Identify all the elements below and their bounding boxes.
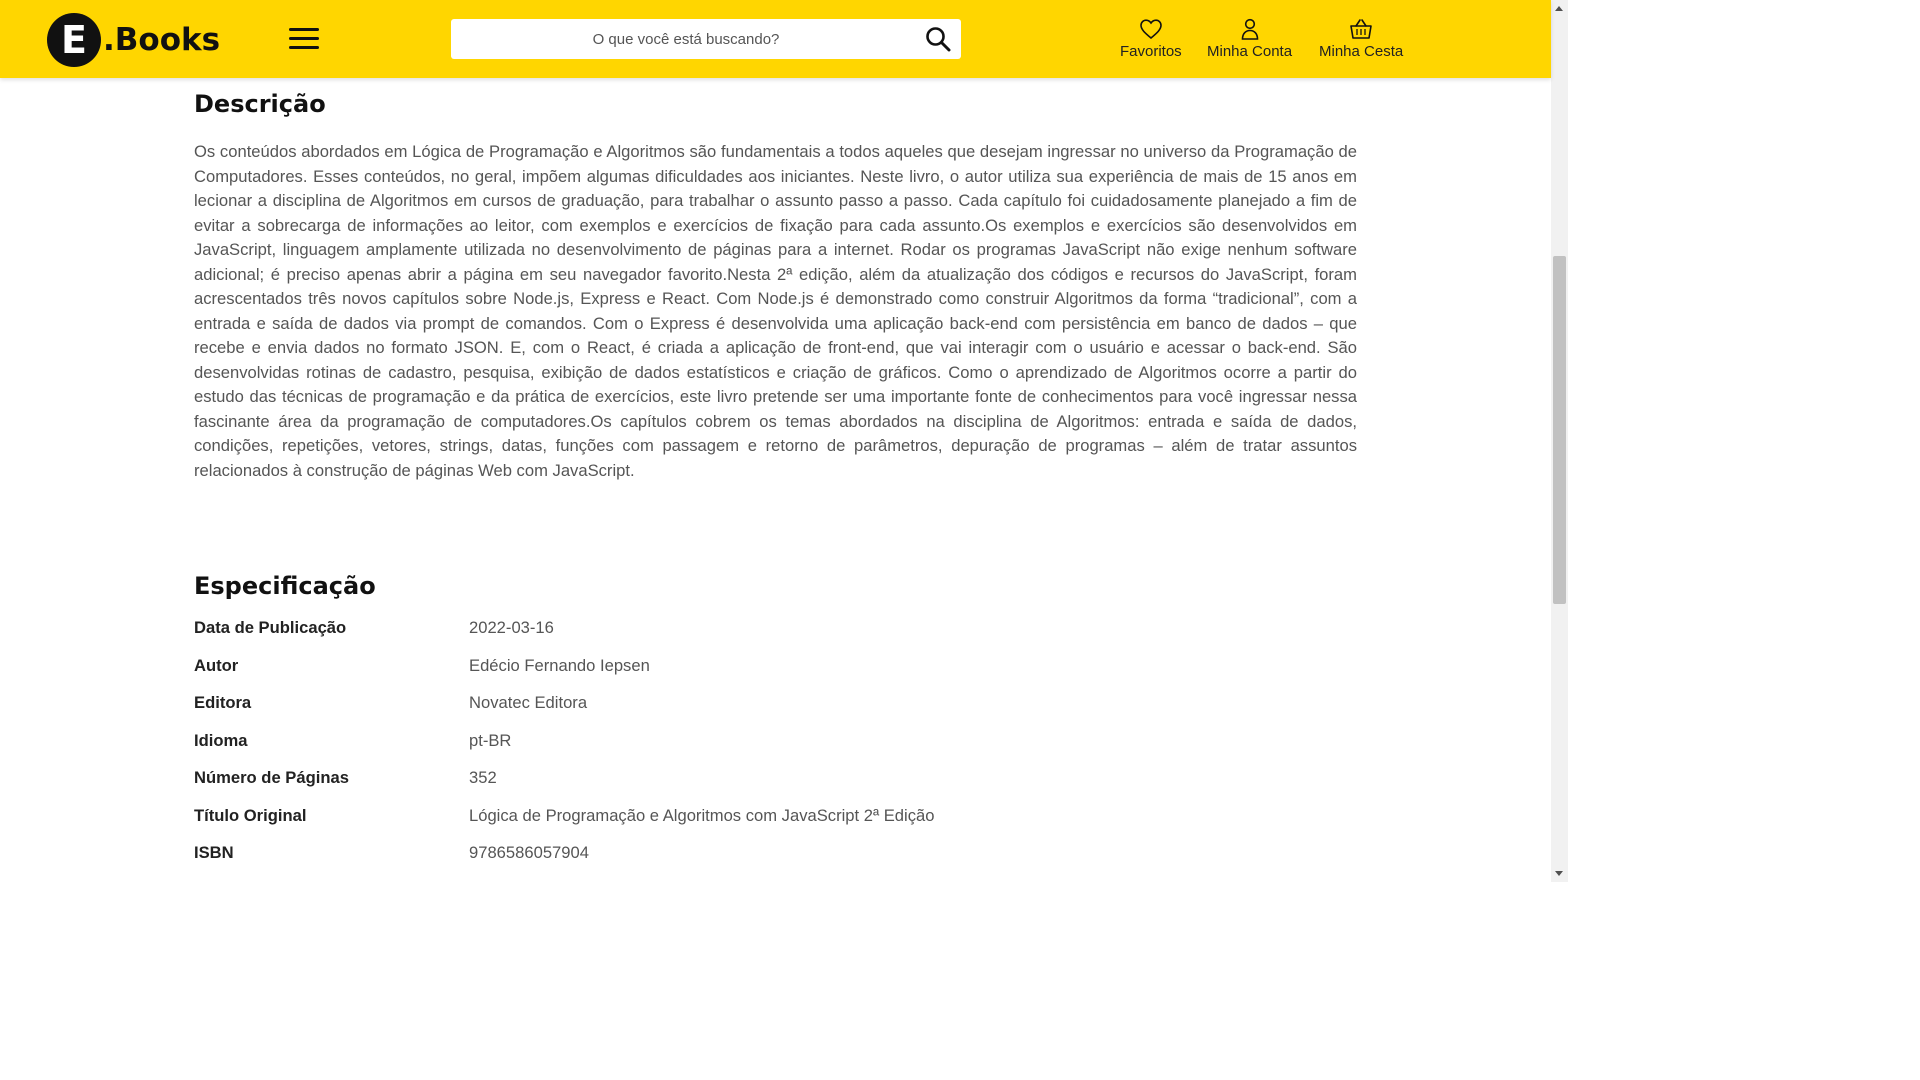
search-input[interactable] (451, 19, 921, 59)
spec-value: 2022-03-16 (469, 618, 554, 637)
page-scrollbar[interactable] (1551, 0, 1568, 882)
spec-value: 9786586057904 (469, 843, 589, 862)
spec-value: pt-BR (469, 730, 512, 750)
nav-favorites-label: Favoritos (1120, 43, 1182, 60)
hamburger-menu-icon[interactable] (289, 28, 319, 50)
nav-basket-label: Minha Cesta (1319, 43, 1404, 60)
specification-title: Especificação (194, 572, 376, 600)
scroll-up-arrow-icon[interactable] (1555, 6, 1563, 11)
user-icon (1241, 18, 1258, 40)
description-text: Os conteúdos abordados em Lógica de Prog… (194, 142, 1357, 480)
basket-icon (1350, 19, 1372, 39)
search-icon[interactable] (925, 26, 951, 52)
search-bar (451, 19, 961, 59)
spec-value: Lógica de Programação e Algoritmos com J… (469, 805, 935, 825)
logo-badge: E (47, 13, 101, 67)
spec-label: Editora (194, 693, 252, 712)
site-header: E .Books Favoritos Minha Conta (0, 0, 1551, 78)
spec-label: Título Original (194, 805, 307, 825)
spec-label: Número de Páginas (194, 768, 349, 787)
nav-account-label: Minha Conta (1207, 43, 1293, 60)
spec-label: ISBN (194, 843, 234, 862)
spec-label: Data de Publicação (194, 618, 347, 637)
spec-value: Novatec Editora (469, 693, 588, 712)
scrollbar-thumb[interactable] (1553, 256, 1566, 604)
spec-value: 352 (469, 768, 497, 787)
description-title: Descrição (194, 90, 326, 118)
nav-favorites[interactable]: Favoritos (1120, 17, 1182, 60)
heart-icon (1140, 19, 1162, 40)
spec-label: Idioma (194, 730, 248, 750)
spec-value: Edécio Fernando Iepsen (469, 655, 650, 675)
nav-basket[interactable]: Minha Cesta (1319, 17, 1403, 60)
logo-text: .Books (103, 22, 221, 58)
site-logo[interactable]: E .Books (47, 12, 220, 68)
scroll-down-arrow-icon[interactable] (1555, 871, 1563, 876)
nav-account[interactable]: Minha Conta (1207, 17, 1292, 60)
spec-label: Autor (194, 655, 239, 675)
